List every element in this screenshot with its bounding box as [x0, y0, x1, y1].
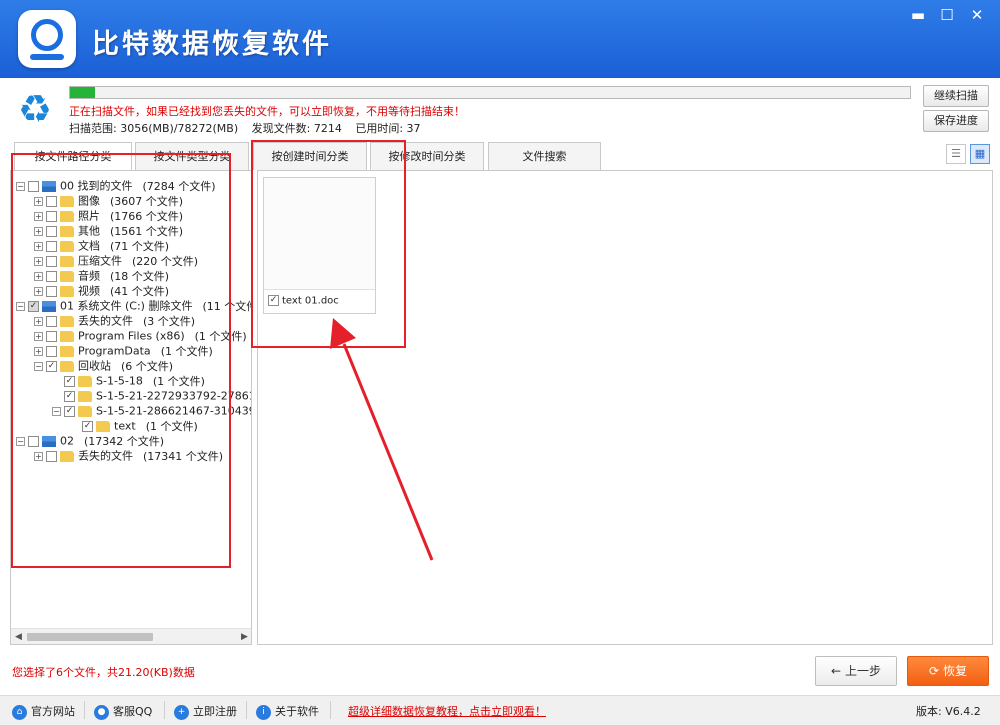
- divider: [164, 701, 165, 719]
- divider: [330, 701, 331, 719]
- save-progress-button[interactable]: 保存进度: [923, 110, 989, 132]
- continue-scan-button[interactable]: 继续扫描: [923, 85, 989, 107]
- maximize-button[interactable]: ☐: [934, 4, 960, 26]
- title-bar: 比特数据恢复软件 ▬ ☐ ✕: [0, 0, 1000, 78]
- qq-icon: ●: [94, 704, 109, 720]
- recover-button[interactable]: ⟳ 恢复: [907, 656, 989, 686]
- refresh-icon: ⟳: [929, 664, 940, 678]
- scroll-thumb[interactable]: [27, 633, 153, 641]
- bottom-bar: ⌂ 官方网站 ● 客服QQ + 立即注册 i 关于软件 超级详细数据恢复教程，点击立即观…: [0, 695, 1000, 725]
- scan-progress-fill: [70, 87, 96, 98]
- minimize-button[interactable]: ▬: [905, 4, 931, 26]
- app-logo-icon: [18, 10, 76, 68]
- selection-status: 您选择了6个文件，共21.20(KB)数据: [12, 666, 195, 679]
- annotation-box-tab: [251, 140, 406, 348]
- grid-view-icon[interactable]: ▦: [970, 144, 990, 164]
- divider: [246, 701, 247, 719]
- support-qq-label: 客服QQ: [113, 705, 153, 718]
- annotation-box-tree: [11, 153, 231, 568]
- recover-label: 恢复: [942, 664, 967, 678]
- list-view-icon[interactable]: ☰: [946, 144, 966, 164]
- official-site-link[interactable]: ⌂ 官方网站: [12, 703, 75, 720]
- about-link[interactable]: i 关于软件: [256, 703, 319, 720]
- user-add-icon: +: [174, 704, 189, 720]
- tab-file-search[interactable]: 文件搜索: [488, 142, 601, 170]
- scroll-left-icon[interactable]: ◀: [15, 629, 22, 644]
- tutorial-promo-link[interactable]: 超级详细数据恢复教程，点击立即观看！: [348, 703, 546, 719]
- version-label: 版本: V6.4.2: [916, 705, 981, 718]
- support-qq-link[interactable]: ● 客服QQ: [94, 703, 152, 720]
- scan-info: 扫描范围: 3056(MB)/78272(MB) 发现文件数: 7214 已用时…: [69, 120, 431, 136]
- previous-step-button[interactable]: ← 上一步: [815, 656, 897, 686]
- found-count: 发现文件数: 7214: [251, 122, 342, 135]
- scan-message: 正在扫描文件，如果已经找到您丢失的文件，可以立即恢复，不用等待扫描结束！: [69, 105, 465, 118]
- register-link[interactable]: + 立即注册: [174, 703, 237, 720]
- home-icon: ⌂: [12, 704, 27, 720]
- scan-range: 扫描范围: 3056(MB)/78272(MB): [69, 122, 239, 135]
- tree-horizontal-scrollbar[interactable]: ◀ ▶: [11, 628, 251, 644]
- scan-progress-bar: [69, 86, 911, 99]
- scroll-right-icon[interactable]: ▶: [241, 629, 248, 644]
- elapsed-time: 已用时间: 37: [355, 122, 421, 135]
- register-label: 立即注册: [193, 705, 237, 718]
- back-arrow-icon: ←: [831, 664, 842, 678]
- about-label: 关于软件: [275, 705, 319, 718]
- info-icon: i: [256, 704, 271, 720]
- previous-step-label: 上一步: [844, 664, 881, 678]
- recycle-icon: ♻: [17, 87, 53, 131]
- app-title: 比特数据恢复软件: [92, 29, 332, 60]
- divider: [84, 701, 85, 719]
- official-site-label: 官方网站: [31, 705, 75, 718]
- close-button[interactable]: ✕: [964, 4, 990, 26]
